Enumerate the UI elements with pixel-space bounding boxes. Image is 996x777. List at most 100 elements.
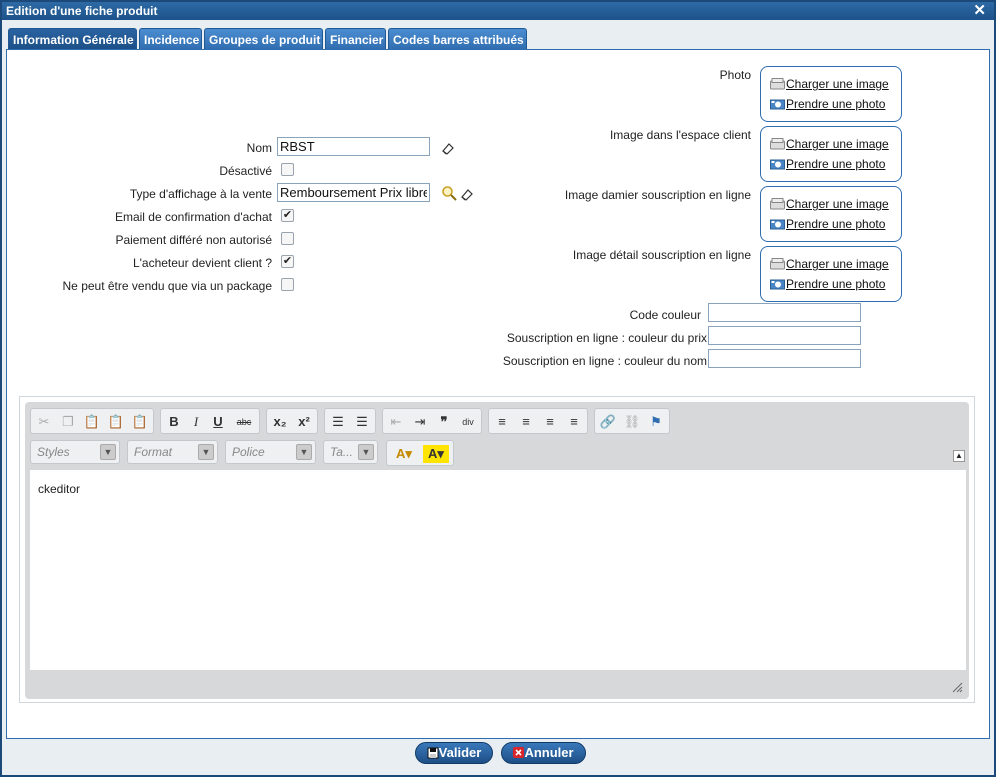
tab-codes-barres[interactable]: Codes barres attribués xyxy=(388,28,527,50)
indent-icon[interactable]: ⇥ xyxy=(411,413,429,431)
acheteur-client-label: L'acheteur devient client ? xyxy=(132,256,272,270)
superscript-icon[interactable]: x² xyxy=(295,413,313,431)
font-combo-text: Police xyxy=(232,445,265,459)
type-affichage-input[interactable] xyxy=(277,183,430,202)
image-espace-client-label: Image dans l'espace client xyxy=(609,128,751,142)
code-couleur-label: Code couleur xyxy=(629,308,701,322)
format-combo[interactable]: Format ▼ xyxy=(127,440,218,464)
tab-information-generale[interactable]: Information Générale xyxy=(8,28,137,50)
charger-image-text: Charger une image xyxy=(786,77,889,91)
eraser-icon[interactable] xyxy=(440,140,456,156)
dialog-titlebar: Edition d'une fiche produit ✕ xyxy=(2,2,994,20)
prendre-photo-link[interactable]: Prendre une photo xyxy=(770,217,885,231)
editor-chrome: ✂ ❐ 📋 📋 📋 B I U abc x₂ x² ☰ ☰ ⇤ ⇥ ❞ div … xyxy=(25,402,969,699)
resize-handle-icon[interactable] xyxy=(952,682,963,693)
acheteur-client-checkbox[interactable]: ✔ xyxy=(281,255,294,268)
charger-image-text: Charger une image xyxy=(786,197,889,211)
prendre-photo-link[interactable]: Prendre une photo xyxy=(770,157,885,171)
camera-icon xyxy=(770,159,785,170)
blockquote-icon[interactable]: ❞ xyxy=(435,413,453,431)
image-detail-label: Image détail souscription en ligne xyxy=(572,248,751,262)
drive-icon xyxy=(770,198,785,210)
bold-icon[interactable]: B xyxy=(165,413,183,431)
subscript-icon[interactable]: x₂ xyxy=(271,413,289,431)
dialog-title: Edition d'une fiche produit xyxy=(6,4,158,18)
bullet-list-icon[interactable]: ☰ xyxy=(353,413,371,431)
italic-icon[interactable]: I xyxy=(187,413,205,431)
collapse-toolbar-icon[interactable]: ▲ xyxy=(953,450,965,462)
cut-icon[interactable]: ✂ xyxy=(35,413,53,431)
numbered-list-icon[interactable]: ☰ xyxy=(329,413,347,431)
basic-style-toolbar: B I U abc xyxy=(160,408,260,434)
chevron-down-icon: ▼ xyxy=(296,444,312,460)
strike-icon[interactable]: abc xyxy=(233,413,255,431)
camera-icon xyxy=(770,99,785,110)
align-left-icon[interactable]: ≡ xyxy=(493,413,511,431)
couleur-prix-input[interactable] xyxy=(708,326,861,345)
annuler-button[interactable]: Annuler xyxy=(501,742,586,764)
font-size-combo[interactable]: Ta... ▼ xyxy=(323,440,378,464)
charger-image-text: Charger une image xyxy=(786,257,889,271)
unlink-icon[interactable]: ⛓ xyxy=(623,413,641,431)
copy-icon[interactable]: ❐ xyxy=(59,413,77,431)
underline-icon[interactable]: U xyxy=(209,413,227,431)
charger-image-link[interactable]: Charger une image xyxy=(770,137,889,151)
close-icon[interactable]: ✕ xyxy=(973,2,986,20)
charger-image-link[interactable]: Charger une image xyxy=(770,257,889,271)
drive-icon xyxy=(770,258,785,270)
paiement-differe-checkbox[interactable] xyxy=(281,232,294,245)
package-only-checkbox[interactable] xyxy=(281,278,294,291)
product-edit-dialog: Edition d'une fiche produit ✕ Informatio… xyxy=(0,0,996,777)
cancel-icon xyxy=(513,747,525,758)
prendre-photo-link[interactable]: Prendre une photo xyxy=(770,277,885,291)
tab-financier[interactable]: Financier xyxy=(325,28,386,50)
desactive-label: Désactivé xyxy=(219,164,272,178)
color-toolbar: A▾ A▾ xyxy=(386,440,454,466)
editor-content[interactable]: ckeditor xyxy=(30,470,966,670)
link-icon[interactable]: 🔗 xyxy=(599,413,617,431)
text-color-icon[interactable]: A▾ xyxy=(391,445,417,463)
email-confirmation-checkbox[interactable]: ✔ xyxy=(281,209,294,222)
tab-incidence[interactable]: Incidence xyxy=(139,28,202,50)
format-combo-text: Format xyxy=(134,445,173,459)
align-center-icon[interactable]: ≡ xyxy=(517,413,535,431)
prendre-photo-link[interactable]: Prendre une photo xyxy=(770,97,885,111)
background-color-icon[interactable]: A▾ xyxy=(423,445,449,463)
annuler-label: Annuler xyxy=(524,745,574,760)
list-toolbar: ☰ ☰ xyxy=(324,408,376,434)
save-icon xyxy=(427,747,439,759)
charger-image-link[interactable]: Charger une image xyxy=(770,77,889,91)
anchor-flag-icon[interactable]: ⚑ xyxy=(647,413,665,431)
valider-button[interactable]: Valider xyxy=(415,742,493,764)
code-couleur-input[interactable] xyxy=(708,303,861,322)
link-toolbar: 🔗 ⛓ ⚑ xyxy=(594,408,670,434)
photo-label: Photo xyxy=(719,68,751,82)
couleur-prix-label: Souscription en ligne : couleur du prix xyxy=(506,331,707,345)
paste-icon[interactable]: 📋 xyxy=(83,413,101,431)
align-justify-icon[interactable]: ≡ xyxy=(565,413,583,431)
font-size-combo-text: Ta... xyxy=(330,445,353,459)
prendre-photo-text: Prendre une photo xyxy=(786,277,886,291)
drive-icon xyxy=(770,138,785,150)
chevron-down-icon: ▼ xyxy=(198,444,214,460)
paste-text-icon[interactable]: 📋 xyxy=(107,413,125,431)
styles-combo[interactable]: Styles ▼ xyxy=(30,440,120,464)
photo-image-box: Charger une image Prendre une photo xyxy=(760,66,902,122)
font-combo[interactable]: Police ▼ xyxy=(225,440,316,464)
tab-groupes-produit[interactable]: Groupes de produit xyxy=(204,28,323,50)
camera-icon xyxy=(770,219,785,230)
desactive-checkbox[interactable] xyxy=(281,163,294,176)
charger-image-text: Charger une image xyxy=(786,137,889,151)
couleur-nom-input[interactable] xyxy=(708,349,861,368)
creatediv-icon[interactable]: div xyxy=(459,413,477,431)
type-affichage-label: Type d'affichage à la vente xyxy=(129,187,272,201)
eraser-icon[interactable] xyxy=(459,186,475,202)
camera-icon xyxy=(770,279,785,290)
nom-label: Nom xyxy=(246,141,272,155)
nom-input[interactable] xyxy=(277,137,430,156)
search-icon[interactable] xyxy=(441,185,457,201)
outdent-icon[interactable]: ⇤ xyxy=(387,413,405,431)
charger-image-link[interactable]: Charger une image xyxy=(770,197,889,211)
paste-word-icon[interactable]: 📋 xyxy=(131,413,149,431)
align-right-icon[interactable]: ≡ xyxy=(541,413,559,431)
